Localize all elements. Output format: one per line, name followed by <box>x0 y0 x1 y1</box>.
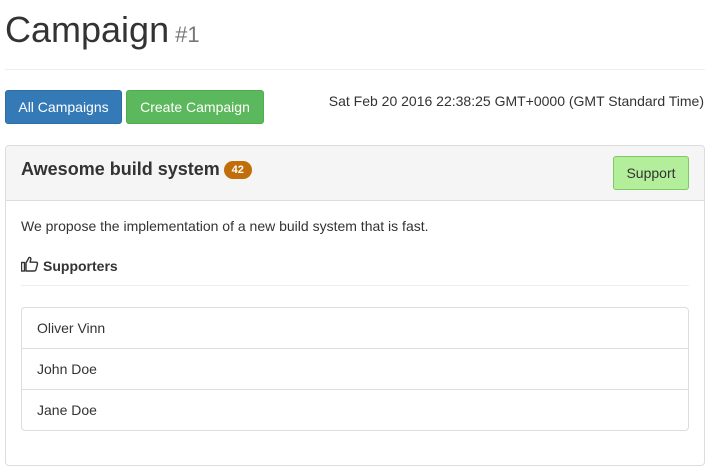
campaign-name: Awesome build system <box>21 159 220 179</box>
page-header: Campaign #1 <box>5 0 705 70</box>
page-title-text: Campaign <box>5 9 170 50</box>
page-subtitle: #1 <box>175 22 200 47</box>
thumbs-up-icon <box>21 256 39 272</box>
support-count-badge: 42 <box>223 161 252 179</box>
supporters-header: Supporters <box>21 255 689 286</box>
list-item: Oliver Vinn <box>22 308 688 349</box>
all-campaigns-button[interactable]: All Campaigns <box>5 90 122 124</box>
supporters-heading: Supporters <box>43 258 118 274</box>
create-campaign-button[interactable]: Create Campaign <box>126 90 264 124</box>
campaign-description: We propose the implementation of a new b… <box>21 218 429 234</box>
list-item: Jane Doe <box>37 402 97 418</box>
support-button[interactable]: Support <box>613 156 689 190</box>
supporters-list: Oliver Vinn John Doe Jane Doe <box>21 307 689 431</box>
campaign-panel-heading: Awesome build system 42 Support <box>6 146 704 201</box>
campaign-panel: Awesome build system 42 Support We propos… <box>5 145 705 466</box>
page: Campaign #1 All Campaigns Create Campaign… <box>0 0 714 472</box>
campaign-title: Awesome build system 42 <box>21 158 252 180</box>
list-item: John Doe <box>22 349 688 390</box>
page-title: Campaign #1 <box>5 8 200 57</box>
timestamp: Sat Feb 20 2016 22:38:25 GMT+0000 (GMT S… <box>328 93 704 109</box>
